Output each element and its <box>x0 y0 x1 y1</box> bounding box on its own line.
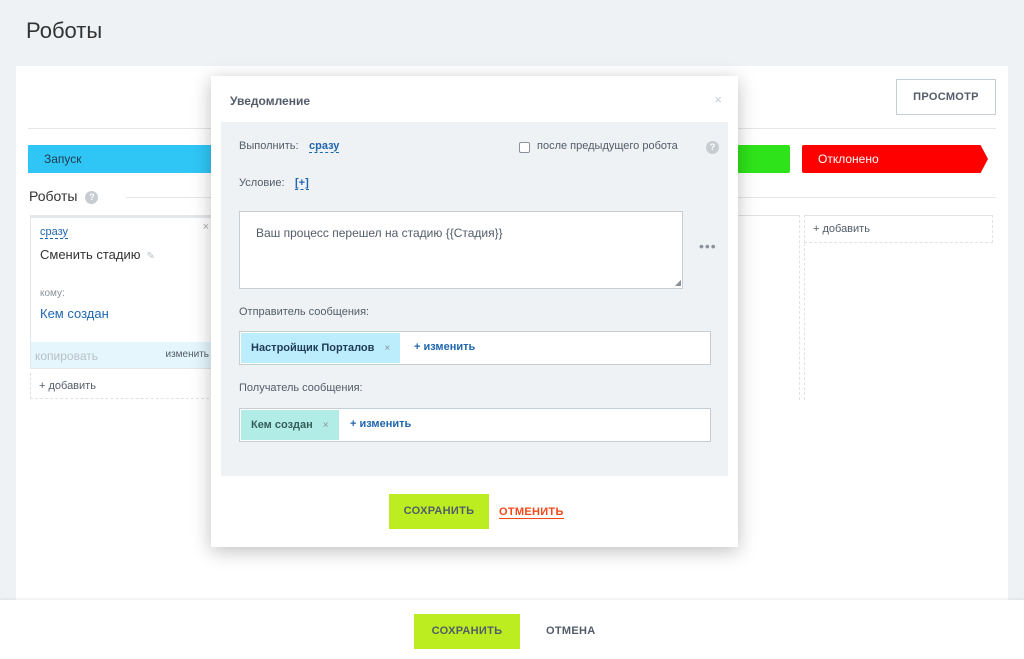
edit-button[interactable]: изменить <box>165 349 209 360</box>
robots-section-label: Роботы? <box>29 188 99 204</box>
add-robot-button-rejected[interactable]: + добавить <box>804 215 993 243</box>
close-icon[interactable]: × <box>203 221 209 233</box>
stage-start[interactable]: Запуск <box>28 145 218 173</box>
notification-dialog: Уведомление × Выполнить: сразу после пре… <box>211 76 738 547</box>
sender-change-link[interactable]: + изменить <box>414 341 475 353</box>
close-icon[interactable]: × <box>714 92 722 107</box>
execute-label: Выполнить: <box>239 140 299 152</box>
more-icon[interactable]: ••• <box>699 238 717 254</box>
sender-field[interactable]: Настройщик Порталов × + изменить <box>239 331 711 365</box>
execute-value-link[interactable]: сразу <box>309 140 340 153</box>
dialog-title: Уведомление <box>230 94 311 108</box>
robot-when-link[interactable]: сразу <box>40 226 69 239</box>
robot-actions: копировать изменить <box>31 342 213 368</box>
message-text: Ваш процесс перешел на стадию {{Стадия}} <box>256 226 503 240</box>
stage-column-lines <box>735 215 800 400</box>
page-title: Роботы <box>26 18 103 43</box>
recipient-label: Получатель сообщения: <box>239 382 363 394</box>
dialog-cancel-button[interactable]: ОТМЕНИТЬ <box>499 506 564 519</box>
robot-to-label: кому: <box>40 288 65 299</box>
copy-button[interactable]: копировать <box>35 349 98 363</box>
robot-to-value[interactable]: Кем создан <box>40 306 109 321</box>
sender-chip-label: Настройщик Порталов <box>251 342 375 354</box>
cancel-button[interactable]: ОТМЕНА <box>546 625 595 637</box>
condition-label: Условие: <box>239 177 285 189</box>
sender-label: Отправитель сообщения: <box>239 306 370 318</box>
resize-grip-icon[interactable]: ◢ <box>675 278 681 287</box>
recipient-field[interactable]: Кем создан × + изменить <box>239 408 711 442</box>
add-robot-button[interactable]: + добавить <box>30 373 214 399</box>
remove-icon[interactable]: × <box>323 420 329 431</box>
bottom-bar: СОХРАНИТЬ ОТМЕНА <box>0 600 1024 659</box>
robot-name-text: Сменить стадию <box>40 247 141 262</box>
stage-rejected[interactable]: Отклонено <box>802 145 988 173</box>
stage-success[interactable] <box>736 145 790 173</box>
recipient-chip[interactable]: Кем создан × <box>241 410 339 440</box>
pencil-icon[interactable]: ✎ <box>146 251 154 262</box>
recipient-chip-label: Кем создан <box>251 419 313 431</box>
save-button[interactable]: СОХРАНИТЬ <box>414 614 520 649</box>
after-previous-label[interactable]: после предыдущего робота <box>537 140 678 152</box>
after-previous-checkbox[interactable] <box>519 142 530 153</box>
message-textarea[interactable]: Ваш процесс перешел на стадию {{Стадия}}… <box>239 211 683 289</box>
dialog-body: Выполнить: сразу после предыдущего робот… <box>221 122 728 476</box>
sender-chip[interactable]: Настройщик Порталов × <box>241 333 401 363</box>
recipient-change-link[interactable]: + изменить <box>350 418 411 430</box>
preview-button[interactable]: ПРОСМОТР <box>896 79 996 115</box>
condition-add-link[interactable]: [+] <box>295 177 309 190</box>
remove-icon[interactable]: × <box>384 343 390 354</box>
robot-name: Сменить стадию ✎ <box>40 247 155 262</box>
dialog-save-button[interactable]: СОХРАНИТЬ <box>389 494 489 529</box>
robot-card[interactable]: сразу × Сменить стадию ✎ кому: Кем создан… <box>30 215 214 369</box>
help-icon[interactable]: ? <box>85 191 99 204</box>
stage-column-line-right <box>804 243 805 400</box>
robots-label-text: Роботы <box>29 188 78 204</box>
help-icon[interactable]: ? <box>706 141 719 154</box>
